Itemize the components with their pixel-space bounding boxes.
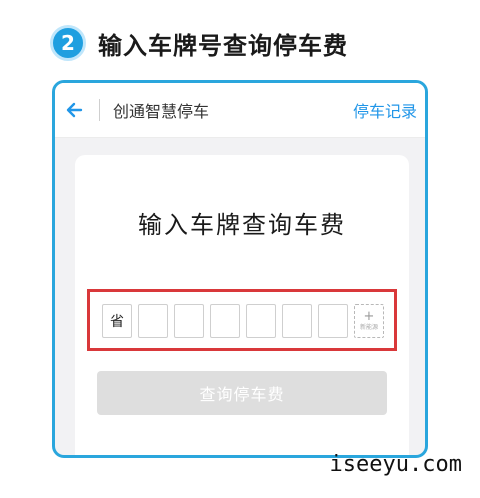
app-title: 创通智慧停车: [113, 102, 210, 121]
plus-icon: +: [363, 308, 375, 324]
plate-char-4[interactable]: [246, 304, 276, 338]
province-selector[interactable]: 省: [102, 304, 132, 338]
plate-char-6[interactable]: [318, 304, 348, 338]
plate-char-3[interactable]: [210, 304, 240, 338]
step-title: 输入车牌号查询停车费: [98, 31, 348, 60]
step-header: 2 输入车牌号查询停车费: [50, 22, 348, 64]
plate-char-1[interactable]: [138, 304, 168, 338]
plate-input-highlight: 省 + 新能源: [87, 289, 397, 351]
back-arrow-icon[interactable]: [63, 97, 89, 123]
card-title: 输入车牌查询车费: [138, 211, 346, 239]
watermark: iseeyu.com: [329, 452, 462, 477]
step-number-badge: 2: [50, 25, 86, 61]
nav-bar: 创通智慧停车 停车记录: [55, 83, 425, 138]
new-energy-label: 新能源: [359, 323, 378, 331]
parking-records-link[interactable]: 停车记录: [353, 98, 417, 122]
query-card: 输入车牌查询车费 省 + 新能源 查询停车费: [75, 155, 409, 455]
new-energy-slot[interactable]: + 新能源: [354, 304, 384, 338]
plate-char-2[interactable]: [174, 304, 204, 338]
query-fee-button[interactable]: 查询停车费: [97, 371, 387, 415]
phone-screen: 创通智慧停车 停车记录 输入车牌查询车费 省 + 新能源 查询停车费: [52, 80, 428, 458]
nav-divider: [99, 99, 100, 121]
plate-char-5[interactable]: [282, 304, 312, 338]
